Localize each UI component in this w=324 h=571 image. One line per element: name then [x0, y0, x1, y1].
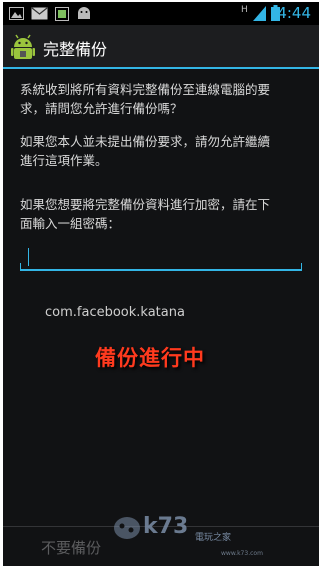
message-paragraph-1: 系統收到將所有資料完整備份至連線電腦的要 求，請問您允許進行備份嗎？: [20, 80, 310, 118]
input-edge-right: [301, 263, 302, 269]
package-name: com.facebook.katana: [45, 305, 185, 320]
message-line: 求，請問您允許進行備份嗎？: [20, 101, 183, 116]
image-icon: [9, 7, 24, 20]
watermark-url: www.k73.com: [221, 550, 263, 557]
clock: 4:44: [277, 4, 311, 22]
password-input[interactable]: [20, 243, 302, 271]
message-line: 系統收到將所有資料完整備份至連線電腦的要: [20, 82, 271, 97]
status-bar: H 4:44: [3, 2, 319, 25]
deny-backup-button[interactable]: 不要備份: [41, 537, 101, 558]
screenshot-icon: [55, 7, 69, 21]
android-icon: [78, 7, 90, 19]
message-paragraph-2: 如果您本人並未提出備份要求，請勿允許繼續 進行這項作業。: [20, 132, 310, 170]
message-line: 進行這項作業。: [20, 153, 108, 168]
message-line: 如果您本人並未提出備份要求，請勿允許繼續: [20, 134, 271, 149]
text-cursor: [28, 248, 29, 266]
phone-screen: H 4:44 完整備份 系統收到將所有資料完整備份至連線電腦的要 求，請問您允許…: [3, 2, 319, 566]
message-paragraph-3: 如果您想要將完整備份資料進行加密，請在下 面輸入一組密碼：: [20, 195, 310, 233]
watermark-logo-icon: [114, 517, 140, 539]
dialog-title: 完整備份: [43, 40, 108, 59]
mail-icon: [31, 7, 48, 20]
watermark-logo: k73: [143, 514, 189, 539]
message-line: 如果您想要將完整備份資料進行加密，請在下: [20, 197, 271, 212]
backup-status-overlay: 備份進行中: [95, 346, 205, 370]
input-edge-left: [20, 263, 21, 269]
action-bar: 完整備份: [3, 25, 319, 69]
network-type: H: [241, 5, 248, 15]
watermark: k73 電玩之家 www.k73.com: [103, 508, 319, 566]
signal-icon: [253, 6, 266, 21]
android-backup-icon: [11, 34, 35, 59]
message-line: 面輸入一組密碼：: [20, 216, 121, 231]
watermark-cn: 電玩之家: [195, 533, 232, 543]
